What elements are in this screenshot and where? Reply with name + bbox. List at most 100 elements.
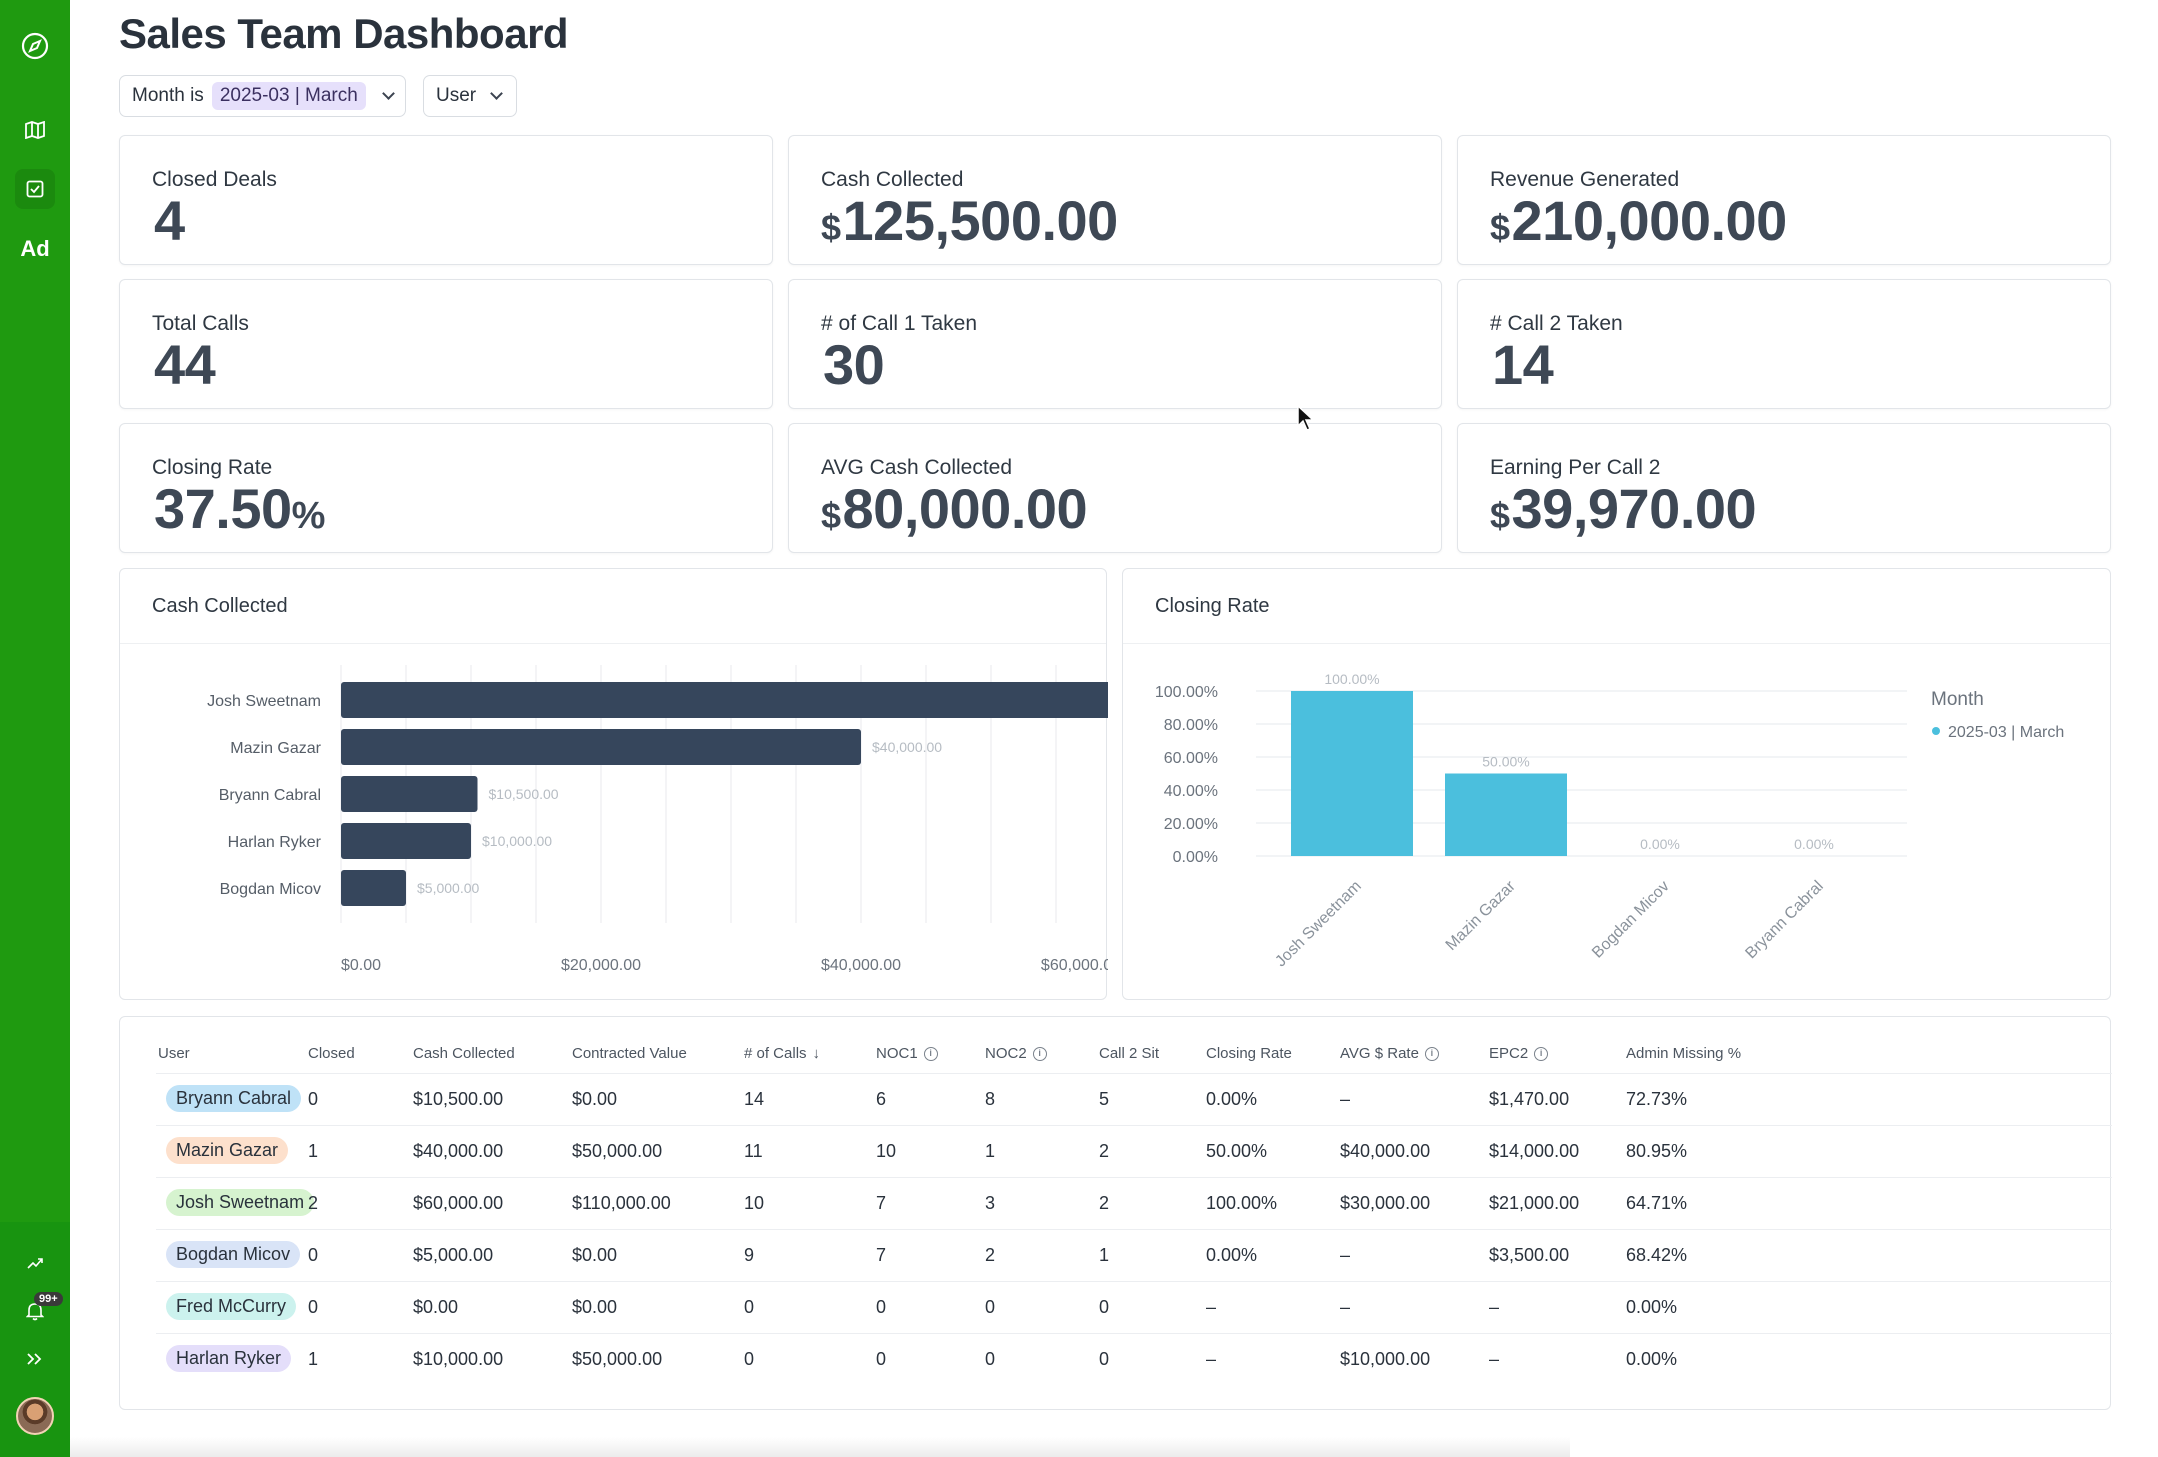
bar-data-label: 50.00% (1482, 754, 1529, 770)
sidebar-item-ad[interactable]: Ad (15, 229, 55, 269)
table-row[interactable]: Mazin Gazar 1 $40,000.00 $50,000.00 11 1… (156, 1125, 2112, 1177)
month-filter[interactable]: Month is 2025-03 | March (119, 75, 406, 117)
y-tick-label: 60.00% (1164, 750, 1218, 767)
cell-contracted-value: $50,000.00 (572, 1141, 663, 1161)
column-header-contracted-value[interactable]: Contracted Value (572, 1045, 687, 1062)
map-icon[interactable] (15, 110, 55, 150)
cell-closed: 1 (308, 1349, 319, 1369)
notification-badge: 99+ (34, 1292, 63, 1306)
sort-arrow-down-icon: ↓ (812, 1045, 821, 1062)
chevron-down-icon (381, 87, 395, 100)
cell-closing-rate: 0.00% (1206, 1245, 1258, 1265)
cell-noc2: 0 (985, 1297, 996, 1317)
kpi-card-call2-taken: # Call 2 Taken 14 (1457, 279, 2111, 409)
avatar[interactable] (16, 1397, 54, 1435)
chevron-down-icon (490, 87, 503, 100)
cell-calls: 11 (744, 1141, 763, 1161)
table-row[interactable]: Harlan Ryker 1 $10,000.00 $50,000.00 0 0… (156, 1333, 2112, 1385)
cell-call2-sit: 0 (1099, 1349, 1110, 1369)
mouse-cursor-icon (1297, 404, 1315, 431)
column-header-noc2[interactable]: NOC2 i (985, 1045, 1047, 1062)
column-header-closing-rate[interactable]: Closing Rate (1206, 1045, 1292, 1062)
kpi-value: 30 (823, 333, 885, 396)
column-header-cash-collected[interactable]: Cash Collected (413, 1045, 515, 1062)
y-tick-label: 80.00% (1164, 717, 1218, 734)
kpi-value: $80,000.00 (821, 477, 1088, 540)
kpi-card-closed-deals: Closed Deals 4 (119, 135, 773, 265)
x-tick-label: $0.00 (341, 957, 381, 974)
column-header-calls[interactable]: # of Calls ↓ (744, 1045, 820, 1062)
user-tag[interactable]: Bryann Cabral (166, 1085, 302, 1112)
column-header-noc1[interactable]: NOC1 i (876, 1045, 938, 1062)
y-category-label: Bogdan Micov (220, 881, 321, 898)
cell-closing-rate: 100.00% (1206, 1193, 1278, 1213)
table-row[interactable]: Bryann Cabral 0 $10,500.00 $0.00 14 6 8 … (156, 1073, 2112, 1125)
table-row[interactable]: Josh Sweetnam 2 $60,000.00 $110,000.00 1… (156, 1177, 2112, 1229)
kpi-value: $39,970.00 (1490, 477, 1757, 540)
closing-rate-chart: 0.00% 20.00% 40.00% 60.00% 80.00% 100.00% 100.… (1155, 671, 2064, 970)
user-tag[interactable]: Josh Sweetnam (166, 1189, 315, 1216)
sidebar-text-label: Ad (20, 236, 50, 261)
info-icon: i (923, 1046, 938, 1061)
cell-admin-missing: 80.95% (1626, 1141, 1688, 1161)
column-header-user[interactable]: User (158, 1045, 190, 1062)
month-filter-prefix: Month is (132, 85, 204, 106)
cell-noc1: 10 (876, 1141, 897, 1161)
table-row[interactable]: Fred McCurry 0 $0.00 $0.00 0 0 0 0 – – –… (156, 1281, 2112, 1333)
info-icon: i (1032, 1046, 1047, 1061)
cash-collected-chart: $0.00 $20,000.00 $40,000.00 $60,000.00 Josh … (207, 665, 1108, 974)
column-header-call2-sit[interactable]: Call 2 Sit (1099, 1045, 1159, 1062)
user-tag[interactable]: Fred McCurry (166, 1293, 297, 1320)
compass-icon[interactable] (15, 26, 55, 66)
cell-contracted-value: $0.00 (572, 1245, 618, 1265)
month-filter-value: 2025-03 | March (211, 82, 366, 110)
kpi-card-total-calls: Total Calls 44 (119, 279, 773, 409)
cell-contracted-value: $0.00 (572, 1297, 618, 1317)
trend-icon[interactable] (15, 1243, 55, 1283)
cell-avg-rate: – (1340, 1245, 1351, 1265)
kpi-card-earning-per-call2: Earning Per Call 2 $39,970.00 (1457, 423, 2111, 553)
y-category-label: Josh Sweetnam (207, 693, 321, 710)
x-category-label: Bryann Cabral (1742, 878, 1826, 962)
expand-icon[interactable] (15, 1339, 55, 1379)
kpi-card-avg-cash-collected: AVG Cash Collected $80,000.00 (788, 423, 1442, 553)
cell-noc2: 3 (985, 1193, 996, 1213)
cell-calls: 0 (744, 1297, 755, 1317)
cell-call2-sit: 5 (1099, 1089, 1110, 1109)
cell-cash-collected: $10,500.00 (413, 1089, 504, 1109)
cell-noc1: 7 (876, 1245, 887, 1265)
y-category-label: Bryann Cabral (219, 787, 321, 804)
table-row[interactable]: Bogdan Micov 0 $5,000.00 $0.00 9 7 2 1 0… (156, 1229, 2112, 1281)
y-category-label: Mazin Gazar (230, 740, 321, 757)
user-tag[interactable]: Mazin Gazar (166, 1137, 289, 1164)
checkbox-icon[interactable] (15, 169, 55, 209)
cell-cash-collected: $40,000.00 (413, 1141, 504, 1161)
cell-closing-rate: – (1206, 1297, 1217, 1317)
cell-admin-missing: 0.00% (1626, 1297, 1678, 1317)
cell-avg-rate: $10,000.00 (1340, 1349, 1431, 1369)
x-category-label: Bogdan Micov (1589, 878, 1673, 962)
cell-cash-collected: $10,000.00 (413, 1349, 504, 1369)
main-content: Sales Team Dashboard Month is 2025-03 | … (70, 0, 2158, 1457)
user-tag[interactable]: Bogdan Micov (166, 1241, 301, 1268)
bar-data-label: $10,000.00 (482, 833, 552, 849)
bar-data-label: $40,000.00 (872, 739, 942, 755)
cell-admin-missing: 68.42% (1626, 1245, 1688, 1265)
cell-closed: 2 (308, 1193, 319, 1213)
bar (1291, 691, 1413, 856)
y-category-label: Harlan Ryker (228, 834, 322, 851)
bar-data-label: $10,500.00 (489, 786, 559, 802)
kpi-value: 44 (154, 333, 216, 396)
user-tag[interactable]: Harlan Ryker (166, 1345, 292, 1372)
kpi-card-cash-collected: Cash Collected $125,500.00 (788, 135, 1442, 265)
cell-cash-collected: $5,000.00 (413, 1245, 494, 1265)
column-header-closed[interactable]: Closed (308, 1045, 355, 1062)
column-header-epc2[interactable]: EPC2 i (1489, 1045, 1549, 1062)
column-header-avg-rate[interactable]: AVG $ Rate i (1340, 1045, 1439, 1062)
cell-avg-rate: $40,000.00 (1340, 1141, 1431, 1161)
column-header-admin-missing[interactable]: Admin Missing % (1626, 1045, 1741, 1062)
cell-closing-rate: 50.00% (1206, 1141, 1268, 1161)
x-tick-label: $20,000.00 (561, 957, 641, 974)
user-filter[interactable]: User (423, 75, 517, 117)
x-tick-label: $60,000.00 (1041, 957, 1108, 974)
